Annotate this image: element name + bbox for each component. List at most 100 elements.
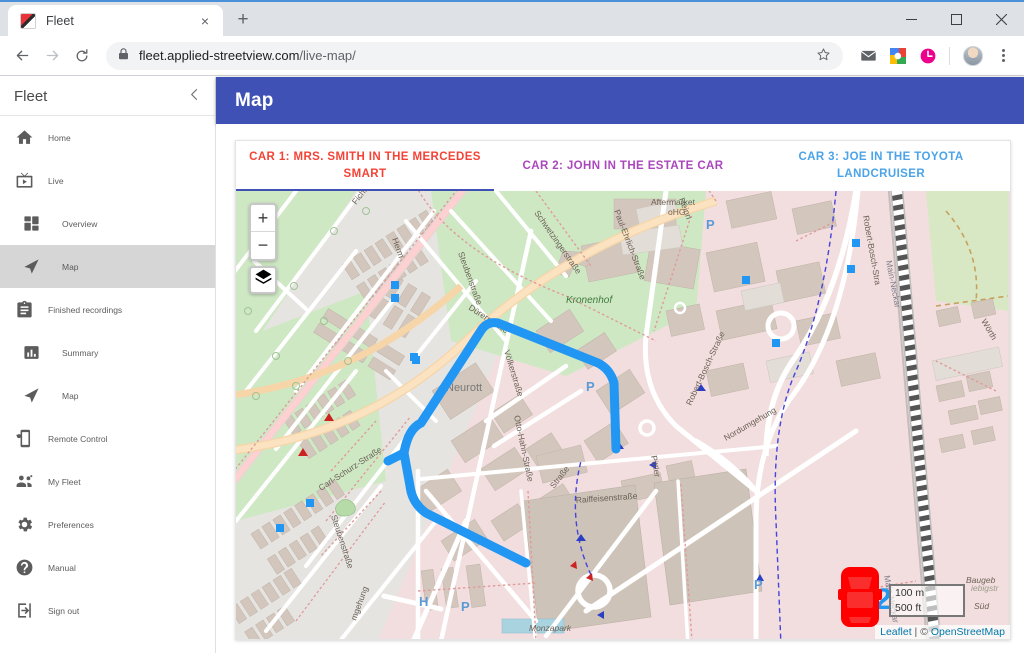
sidebar-item-map-live[interactable]: Map [0, 245, 215, 288]
fleet-logo-icon [20, 12, 36, 29]
sidebar-item-live[interactable]: Live [0, 159, 215, 202]
sidebar-item-label: Sign out [48, 605, 80, 616]
dashboard-grid-icon [0, 215, 62, 232]
sidebar: Fleet Home Live Overview Map Finished re… [0, 77, 216, 653]
content-area: CAR 1: MRS. SMITH IN THE MERCEDES SMART … [216, 124, 1024, 653]
page-title: Map [235, 89, 274, 111]
parking-icon-2: P [586, 379, 595, 394]
map-tiles: .lbl { font-family:"Liberation Sans",san… [236, 191, 1010, 639]
sidebar-item-remote-control[interactable]: Remote Control [0, 417, 215, 460]
brand-label: Fleet [14, 87, 48, 105]
sidebar-item-finished-recordings[interactable]: Finished recordings [0, 288, 215, 331]
help-circle-icon [0, 558, 48, 577]
place-label-sued: Süd [974, 601, 989, 611]
sidebar-item-summary[interactable]: Summary [0, 331, 215, 374]
url-path: /live-map/ [299, 48, 356, 63]
navigation-arrow-icon [0, 258, 62, 275]
sidebar-item-manual[interactable]: Manual [0, 546, 215, 589]
sidebar-item-label: Preferences [48, 519, 94, 530]
sidebar-item-label: Live [48, 175, 64, 186]
sidebar-item-label: Summary [62, 347, 99, 358]
bar-chart-icon [0, 344, 62, 361]
attribution-separator: | © [911, 626, 931, 638]
home-icon [0, 128, 48, 147]
new-tab-button[interactable]: + [229, 6, 257, 34]
sidebar-item-label: Remote Control [48, 433, 108, 444]
place-label-kronenhof: Kronenhof [566, 295, 613, 306]
sidebar-item-label: Map [62, 261, 79, 272]
layers-control-button[interactable] [249, 266, 277, 294]
sidebar-item-label: Overview [62, 218, 98, 229]
browser-window: Fleet × + fleet.applied-streetview.com /… [0, 0, 1024, 653]
sidebar-item-preferences[interactable]: Preferences [0, 503, 215, 546]
map-attribution: Leaflet | © OpenStreetMap [875, 625, 1010, 639]
sidebar-item-label: Home [48, 132, 71, 143]
profile-avatar[interactable] [960, 43, 986, 69]
tab-car-1[interactable]: CAR 1: MRS. SMITH IN THE MERCEDES SMART [236, 141, 494, 191]
tab-car-3-label: CAR 3: JOE IN THE TOYOTA LANDCRUISER [798, 151, 964, 180]
bookmark-star-icon[interactable] [816, 47, 831, 65]
clock-extension-icon[interactable] [915, 43, 941, 69]
close-window-button[interactable] [979, 2, 1024, 36]
clipboard-icon [0, 300, 48, 319]
window-controls [889, 2, 1024, 36]
live-tv-icon [0, 171, 48, 190]
sidebar-item-label: Manual [48, 562, 76, 573]
close-icon[interactable]: × [195, 11, 215, 31]
map-card: CAR 1: MRS. SMITH IN THE MERCEDES SMART … [235, 140, 1011, 640]
maximize-button[interactable] [934, 2, 979, 36]
browser-tab-title: Fleet [46, 13, 74, 28]
navigation-arrow-icon [0, 387, 62, 404]
scale-imperial: 500 ft [889, 600, 965, 617]
place-label-monzapark: Monzapark [529, 623, 572, 633]
lock-icon [118, 48, 129, 63]
sidebar-item-overview[interactable]: Overview [0, 202, 215, 245]
sidebar-item-home[interactable]: Home [0, 116, 215, 159]
map-scale-bar: 100 m 500 ft [889, 584, 965, 617]
browser-toolbar: fleet.applied-streetview.com/live-map/ [0, 36, 1024, 76]
sidebar-item-label: Map [62, 390, 79, 401]
google-translate-icon[interactable] [885, 43, 911, 69]
sidebar-item-sign-out[interactable]: Sign out [0, 589, 215, 632]
chrome-menu-icon[interactable] [990, 43, 1016, 69]
tab-car-2[interactable]: CAR 2: JOHN IN THE ESTATE CAR [494, 141, 752, 191]
tab-car-3[interactable]: CAR 3: JOE IN THE TOYOTA LANDCRUISER [752, 141, 1010, 191]
leaflet-map[interactable]: .lbl { font-family:"Liberation Sans",san… [236, 191, 1010, 639]
minimize-button[interactable] [889, 2, 934, 36]
browser-tab-fleet[interactable]: Fleet × [8, 5, 223, 36]
zoom-out-button[interactable]: − [251, 232, 275, 259]
reload-button[interactable] [68, 42, 96, 70]
tab-car-1-label: CAR 1: MRS. SMITH IN THE MERCEDES SMART [249, 151, 481, 180]
car-1-marker[interactable] [838, 565, 882, 634]
application-body: Fleet Home Live Overview Map Finished re… [0, 77, 1024, 653]
openstreetmap-link[interactable]: OpenStreetMap [931, 626, 1005, 638]
url-host: fleet.applied-streetview.com [139, 48, 300, 63]
sign-out-icon [0, 601, 48, 620]
tab-car-2-label: CAR 2: JOHN IN THE ESTATE CAR [522, 159, 724, 172]
people-icon [0, 472, 48, 491]
parking-icon-1: P [706, 217, 715, 232]
sidebar-item-my-fleet[interactable]: My Fleet [0, 460, 215, 503]
zoom-in-button[interactable]: + [251, 205, 275, 232]
sidebar-item-map-finished[interactable]: Map [0, 374, 215, 417]
zoom-control[interactable]: + − [249, 203, 277, 261]
tab-strip: Fleet × + [0, 2, 257, 36]
forward-button[interactable] [38, 42, 66, 70]
back-button[interactable] [8, 42, 36, 70]
browser-titlebar: Fleet × + [0, 0, 1024, 36]
main-panel: Map CAR 1: MRS. SMITH IN THE MERCEDES SM… [216, 77, 1024, 653]
address-bar[interactable]: fleet.applied-streetview.com/live-map/ [106, 41, 843, 70]
sidebar-item-label: Finished recordings [48, 304, 123, 315]
collapse-sidebar-icon[interactable] [188, 88, 201, 105]
sidebar-item-label: My Fleet [48, 476, 81, 487]
gear-icon [0, 515, 48, 534]
toolbar-divider [949, 46, 950, 65]
car-tab-bar: CAR 1: MRS. SMITH IN THE MERCEDES SMART … [236, 141, 1010, 191]
sidebar-brand-row: Fleet [0, 77, 215, 116]
leaflet-link[interactable]: Leaflet [880, 626, 912, 638]
app-header-bar: Map [216, 77, 1024, 124]
mail-icon[interactable] [855, 43, 881, 69]
avatar [963, 45, 983, 66]
layers-icon [254, 268, 273, 292]
parking-icon-3: P [754, 577, 763, 592]
